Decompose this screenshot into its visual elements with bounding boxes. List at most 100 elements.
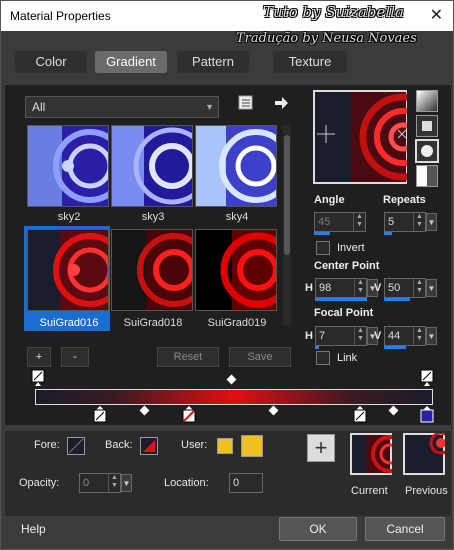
angle-spinner-icon[interactable]: ▲ ▼ [353,213,365,231]
repeats-field[interactable]: 5 ▲ ▼ ▼ [384,212,437,232]
ok-button[interactable]: OK [279,517,357,541]
focal-v-value: 44 [388,330,401,342]
angle-field[interactable]: 45 ▲ ▼ [314,212,366,232]
watermark-line-2: Tradução by Neusa Novaes [236,31,417,46]
opacity-value: 0 [83,477,90,489]
close-icon[interactable]: ✕ [430,5,443,25]
tab-color[interactable]: Color [15,51,87,73]
color-stop-4[interactable] [420,405,434,423]
opacity-spinner-icon[interactable]: ▲ ▼ [108,474,120,492]
library-options-icon[interactable] [238,95,254,111]
repeats-slider[interactable] [384,232,392,235]
location-value: 0 [233,477,240,489]
tab-texture[interactable]: Texture [273,51,347,73]
fore-swatch[interactable] [67,437,85,455]
opacity-field[interactable]: 0 ▲ ▼ ▼ [79,473,132,493]
gradient-thumb-suigrad019[interactable] [195,229,277,311]
focal-h-value: 7 [319,330,326,342]
add-gradient-button[interactable]: + [27,347,51,367]
thumb-label: sky2 [57,211,81,223]
rectangular-style-icon[interactable] [416,115,438,137]
color-stop-2[interactable] [182,405,196,423]
focal-v-spinner-icon[interactable]: ▲ ▼ [413,327,425,345]
suigrad018-preview [112,230,192,310]
center-v-slider[interactable] [384,298,410,301]
chevron-down-icon: ▼ [205,102,214,112]
opacity-dropdown-icon[interactable]: ▼ [121,474,132,492]
color-stop-3[interactable] [353,405,367,423]
remove-gradient-button[interactable]: - [61,347,89,367]
back-swatch[interactable] [140,437,158,455]
tab-gradient[interactable]: Gradient [95,51,167,73]
sky2-preview [28,126,108,206]
focal-h-slider[interactable] [315,346,319,349]
library-scrollbar[interactable] [283,125,291,325]
add-to-swatches-button[interactable]: + [307,434,335,462]
center-h-value: 98 [319,282,332,294]
gradient-preview[interactable] [313,90,407,184]
radial-style-icon[interactable] [416,165,438,187]
help-link[interactable]: Help [21,522,46,536]
gradient-thumb-sky4[interactable] [195,125,277,207]
color-stop-1[interactable] [93,405,107,423]
gradient-editor-bar[interactable] [35,389,433,405]
thumb-label: sky3 [141,211,165,223]
focal-v-slider[interactable] [384,346,406,349]
arrow-right-icon[interactable] [274,96,288,110]
save-gradient-button[interactable]: Save [229,347,291,367]
thumb-label: SuiGrad018 [123,317,183,329]
cancel-button[interactable]: Cancel [365,517,445,541]
center-h-spinner-icon[interactable]: ▲ ▼ [354,279,366,297]
focal-v-dropdown-icon[interactable]: ▼ [426,327,437,345]
repeats-value: 5 [388,216,395,228]
link-checkbox[interactable] [316,351,330,365]
sunburst-style-icon[interactable] [415,139,439,163]
center-point-label: Center Point [314,260,380,272]
opacity-label: Opacity: [19,477,60,489]
opacity-stop-left[interactable] [31,369,45,387]
gradient-thumb-suigrad016[interactable] [27,229,109,311]
repeats-dropdown-icon[interactable]: ▼ [426,213,437,231]
previous-preview[interactable] [403,433,445,475]
gradient-thumb-sky2[interactable] [27,125,109,207]
user-color-picker[interactable] [241,435,263,457]
scrollbar-thumb[interactable] [284,135,290,255]
invert-checkbox[interactable] [316,241,330,255]
focal-h-field[interactable]: 7 ▲ ▼ ▼ [315,326,378,346]
reset-button[interactable]: Reset [157,347,219,367]
thumb-label: sky4 [225,211,249,223]
linear-style-icon[interactable] [416,90,438,112]
back-label: Back: [105,439,133,451]
category-dropdown[interactable]: All ▼ [25,96,219,118]
angle-label: Angle [314,194,345,206]
repeats-label: Repeats [383,194,426,206]
opacity-stop-right[interactable] [420,369,434,387]
angle-slider[interactable] [314,232,330,235]
current-label: Current [351,485,388,497]
thumb-label: SuiGrad019 [207,317,267,329]
category-value: All [32,100,46,114]
tab-pattern[interactable]: Pattern [177,51,249,73]
previous-label: Previous [405,485,448,497]
center-v-dropdown-icon[interactable]: ▼ [426,279,437,297]
angle-value: 45 [318,216,331,228]
material-properties-window: Material Properties ✕ Tuto by Suizabella… [0,0,454,550]
gradient-thumb-suigrad018[interactable] [111,229,193,311]
center-v-spinner-icon[interactable]: ▲ ▼ [413,279,425,297]
focal-v-field[interactable]: 44 ▲ ▼ ▼ [384,326,437,346]
plus-icon: + [314,435,328,460]
suigrad019-preview [196,230,276,310]
repeats-spinner-icon[interactable]: ▲ ▼ [413,213,425,231]
current-preview [350,433,392,475]
center-v-field[interactable]: 50 ▲ ▼ ▼ [384,278,437,298]
focal-h-spinner-icon[interactable]: ▲ ▼ [354,327,366,345]
center-v-value: 50 [388,282,401,294]
center-h-field[interactable]: 98 ▲ ▼ ▼ [315,278,378,298]
focal-point-label: Focal Point [314,307,374,319]
location-field[interactable]: 0 [229,473,263,493]
gradient-thumb-sky3[interactable] [111,125,193,207]
focal-h-label: H [305,330,313,342]
center-h-slider[interactable] [315,298,367,301]
user-swatch[interactable] [217,438,233,454]
sky4-preview [196,126,276,206]
